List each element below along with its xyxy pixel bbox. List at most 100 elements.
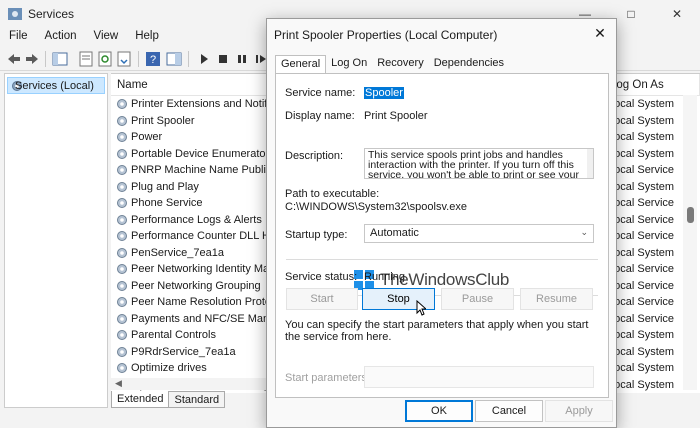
service-name-cell: Payments and NFC/SE Manag (131, 312, 267, 325)
refresh-icon[interactable] (97, 51, 113, 67)
service-name-cell: Performance Counter DLL Hos (131, 230, 267, 242)
gear-icon (117, 247, 127, 258)
logon-cell: Local Service (608, 164, 675, 176)
service-name-cell: Power (131, 131, 163, 143)
column-header-logon[interactable]: Log On As (604, 74, 700, 96)
ok-button[interactable]: OK (405, 400, 473, 422)
back-arrow-icon[interactable] (6, 51, 22, 67)
path-label: Path to executable: (285, 188, 380, 200)
mouse-cursor-icon (416, 300, 426, 316)
service-name-cell: Peer Networking Grouping (131, 279, 261, 292)
service-name-value[interactable]: Spooler (364, 87, 404, 99)
start-params-input[interactable] (364, 366, 594, 388)
logon-cell: Local System (608, 147, 675, 160)
export-list-icon[interactable] (116, 51, 132, 67)
console-tree-icon[interactable] (52, 51, 68, 67)
tree-item-services-local[interactable]: Services (Local) (7, 77, 105, 94)
service-name-cell: Phone Service (131, 197, 203, 209)
logon-cell: Local Service (608, 213, 675, 226)
gear-icon (117, 313, 127, 324)
startup-type-select[interactable]: Automatic ⌄ (364, 224, 594, 243)
pause-button[interactable]: Pause (441, 288, 514, 310)
logon-cell: Local Service (608, 296, 675, 308)
logon-cell: Local System (608, 98, 675, 110)
service-name-cell: Print Spooler (131, 114, 195, 127)
tab-recovery[interactable]: Recovery (372, 55, 428, 73)
window-title: Services (28, 7, 75, 21)
service-name-cell: Optimize drives (131, 362, 207, 374)
svg-text:?: ? (150, 54, 156, 66)
gear-icon (117, 198, 127, 208)
logon-cell: Local Service (608, 279, 675, 292)
gear-icon (117, 330, 127, 340)
resume-button[interactable]: Resume (520, 288, 593, 310)
general-panel: Service name: Spooler Display name: Prin… (275, 73, 609, 398)
menu-view[interactable]: View (85, 28, 127, 47)
services-app-icon (8, 8, 22, 20)
chevron-down-icon: ⌄ (580, 227, 588, 237)
logon-cell: Local Service (608, 197, 675, 209)
service-name-label: Service name: (285, 87, 356, 99)
menu-file[interactable]: File (0, 28, 36, 47)
gear-icon (117, 214, 127, 225)
logon-cell: Local System (608, 362, 675, 374)
show-hide-icon[interactable] (166, 51, 182, 67)
start-params-label: Start parameters: (285, 372, 370, 384)
service-name-cell: Peer Name Resolution Protoco (131, 296, 267, 308)
pause-service-icon[interactable] (234, 51, 250, 67)
tab-dependencies[interactable]: Dependencies (429, 55, 509, 73)
tab-standard[interactable]: Standard (168, 391, 226, 408)
properties-icon[interactable] (78, 51, 94, 67)
service-name-cell: Performance Logs & Alerts (131, 213, 262, 226)
view-tabs: Extended Standard (111, 391, 226, 408)
close-icon[interactable]: ✕ (592, 25, 608, 41)
logon-cell: Local System (608, 180, 675, 193)
close-icon[interactable]: ✕ (654, 0, 700, 28)
tab-general[interactable]: General (275, 55, 327, 74)
stop-service-icon[interactable] (215, 51, 231, 67)
dialog-title: Print Spooler Properties (Local Computer… (274, 28, 498, 42)
gear-icon (117, 297, 127, 307)
description-field[interactable]: This service spools print jobs and handl… (364, 148, 594, 179)
logon-cell: Local System (608, 246, 675, 259)
tab-extended[interactable]: Extended (111, 391, 170, 408)
logon-cell: Local System (608, 131, 675, 143)
gear-icon (117, 132, 127, 142)
scroll-left-icon[interactable]: ◀ (115, 378, 122, 389)
service-name-cell: Portable Device Enumerator Se (131, 147, 267, 160)
apply-button[interactable]: Apply (545, 400, 613, 422)
gear-icon (117, 264, 127, 274)
service-name-cell: Printer Extensions and Notific (131, 98, 267, 110)
properties-dialog: Print Spooler Properties (Local Computer… (266, 18, 617, 428)
gear-icon (117, 165, 127, 175)
service-name-cell: PNRP Machine Name Publicat (131, 164, 267, 176)
cancel-button[interactable]: Cancel (475, 400, 543, 422)
logon-cell: Local Service (608, 230, 675, 242)
display-name-field[interactable]: Print Spooler (364, 110, 428, 122)
start-button[interactable]: Start (286, 288, 358, 310)
display-name-label: Display name: (285, 110, 355, 122)
logon-cell: Local System (608, 114, 675, 127)
scroll-thumb[interactable] (687, 207, 694, 223)
service-name-cell: Peer Networking Identity Man (131, 263, 267, 275)
startup-type-label: Startup type: (285, 229, 348, 241)
logon-cell: Local Service (608, 263, 675, 275)
start-service-icon[interactable] (196, 51, 212, 67)
menu-help[interactable]: Help (126, 28, 167, 47)
gear-icon (117, 181, 127, 192)
logon-cell: Local System (608, 345, 675, 358)
service-name-cell: Parental Controls (131, 329, 216, 341)
help-icon[interactable]: ? (145, 51, 161, 67)
menu-action[interactable]: Action (36, 28, 85, 47)
service-status-label: Service status: (285, 271, 358, 283)
logon-cell: Local Service (608, 312, 675, 325)
logon-cell: Local System (608, 329, 675, 341)
vertical-scrollbar[interactable] (683, 95, 697, 390)
service-name-cell: P9RdrService_7ea1a (131, 345, 236, 358)
logon-cell: Local System (608, 378, 675, 391)
horizontal-scrollbar[interactable]: ◀ (111, 378, 266, 390)
tab-log-on[interactable]: Log On (326, 55, 372, 73)
gear-icon (117, 280, 127, 291)
gear-icon (117, 115, 127, 126)
forward-arrow-icon[interactable] (24, 51, 40, 67)
